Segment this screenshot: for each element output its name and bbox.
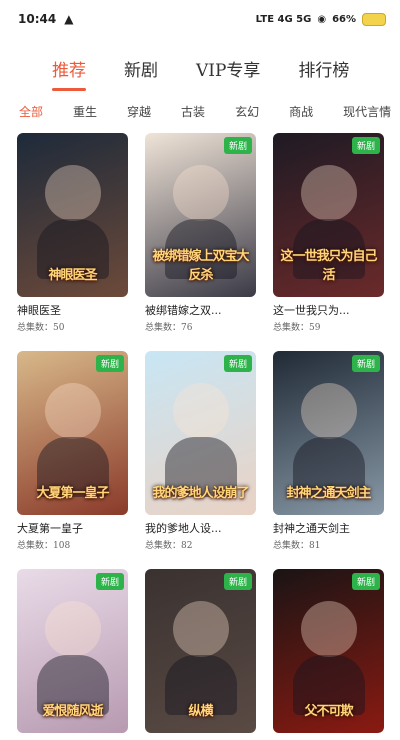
wifi-icon: ◉ (317, 13, 327, 25)
tab-ranking[interactable]: 排行榜 (298, 38, 349, 81)
episode-count: 总集数：82 (145, 541, 193, 551)
episode-count: 总集数：108 (17, 541, 71, 551)
new-drama-badge: 新剧 (223, 137, 252, 154)
poster-figure (173, 165, 229, 221)
drama-poster[interactable]: 新剧这一世我只为自己活 (273, 133, 384, 297)
category-costume[interactable]: 古装 (181, 103, 205, 120)
drama-poster[interactable]: 新剧爱恨随风逝 (17, 569, 128, 733)
top-tabs: 推荐 新剧 VIP专享 排行榜 (0, 38, 400, 96)
battery-text: 66% (332, 13, 356, 25)
poster-figure (301, 165, 357, 221)
drama-title: 我的爹地人设... (145, 522, 222, 535)
category-all[interactable]: 全部 (19, 103, 43, 120)
poster-title: 爱恨随风逝 (42, 704, 103, 719)
new-drama-badge: 新剧 (351, 355, 380, 372)
drama-card[interactable]: 神眼医圣 神眼医圣 总集数：50 (17, 133, 128, 333)
poster-title: 大夏第一皇子 (36, 486, 109, 501)
drama-card[interactable]: 新剧 封神之通天剑主 封神之通天剑主 总集数：81 (273, 351, 384, 551)
poster-title: 纵横 (188, 704, 213, 719)
poster-figure (45, 601, 101, 657)
drama-card[interactable]: 新剧父不可欺 (273, 569, 384, 740)
drama-poster[interactable]: 新剧大夏第一皇子 (17, 351, 128, 515)
episode-count: 总集数：50 (17, 323, 65, 333)
drama-poster[interactable]: 新剧我的爹地人设崩了 (145, 351, 256, 515)
category-business[interactable]: 商战 (289, 103, 313, 120)
new-drama-badge: 新剧 (351, 137, 380, 154)
tab-vip[interactable]: VIP专享 (196, 38, 260, 81)
episode-count: 总集数：76 (145, 323, 193, 333)
drama-title: 神眼医圣 (17, 304, 61, 317)
new-drama-badge: 新剧 (95, 573, 124, 590)
notification-icon: ▲ (64, 12, 74, 26)
battery-icon (362, 12, 386, 26)
drama-card[interactable]: 新剧纵横 (145, 569, 256, 740)
poster-figure (301, 601, 357, 657)
poster-figure (173, 383, 229, 439)
drama-title: 大夏第一皇子 (17, 522, 83, 535)
clock: 10:44 (18, 12, 57, 26)
category-rebirth[interactable]: 重生 (73, 103, 97, 120)
poster-title: 封神之通天剑主 (286, 486, 371, 501)
drama-poster[interactable]: 新剧父不可欺 (273, 569, 384, 733)
status-bar: 10:44 ▲ LTE 4G 5G ◉ 66% (0, 0, 400, 38)
poster-title: 这一世我只为自己活 (280, 249, 377, 283)
drama-card[interactable]: 新剧我的爹地人设崩了我的爹地人设... 总集数：82 (145, 351, 256, 551)
drama-card[interactable]: 新剧被绑错嫁上双宝大反杀被绑错嫁之双... 总集数：76 (145, 133, 256, 333)
poster-figure (301, 383, 357, 439)
drama-title: 被绑错嫁之双... (145, 304, 222, 317)
poster-title: 我的爹地人设崩了 (152, 486, 249, 501)
category-modern-romance[interactable]: 现代言情 (343, 103, 391, 120)
drama-card[interactable]: 新剧这一世我只为自己活这一世我只为... 总集数：59 (273, 133, 384, 333)
poster-title: 被绑错嫁上双宝大反杀 (152, 249, 249, 283)
category-bar: 全部 重生 穿越 古装 玄幻 商战 现代言情 (0, 96, 400, 126)
poster-title: 神眼医圣 (48, 268, 97, 283)
category-time-travel[interactable]: 穿越 (127, 103, 151, 120)
poster-figure (173, 601, 229, 657)
poster-title: 父不可欺 (304, 704, 353, 719)
new-drama-badge: 新剧 (351, 573, 380, 590)
drama-grid: 神眼医圣 神眼医圣 总集数：50 新剧 被绑错嫁上双宝大反杀 被绑错嫁之双... 总集数：7… (17, 133, 387, 740)
drama-card[interactable]: 新剧 大夏第一皇子 大夏第一皇子 总集数：108 (17, 351, 128, 551)
signal-icon: LTE 4G 5G (255, 13, 312, 25)
new-drama-badge: 新剧 (95, 355, 124, 372)
new-drama-badge: 新剧 (223, 573, 252, 590)
drama-poster[interactable]: 新剧纵横 (145, 569, 256, 733)
new-drama-badge: 新剧 (223, 355, 252, 372)
poster-figure (45, 165, 101, 221)
tab-new[interactable]: 新剧 (124, 38, 158, 81)
drama-card[interactable]: 新剧爱恨随风逝 (17, 569, 128, 740)
episode-count: 总集数：81 (273, 541, 321, 551)
drama-poster[interactable]: 新剧被绑错嫁上双宝大反杀 (145, 133, 256, 297)
drama-poster[interactable]: 神眼医圣 (17, 133, 128, 297)
drama-title: 封神之通天剑主 (273, 522, 350, 535)
category-fantasy[interactable]: 玄幻 (235, 103, 259, 120)
episode-count: 总集数：59 (273, 323, 321, 333)
tab-recommend[interactable]: 推荐 (52, 38, 86, 91)
drama-title: 这一世我只为... (273, 304, 350, 317)
poster-figure (45, 383, 101, 439)
drama-poster[interactable]: 新剧封神之通天剑主 (273, 351, 384, 515)
